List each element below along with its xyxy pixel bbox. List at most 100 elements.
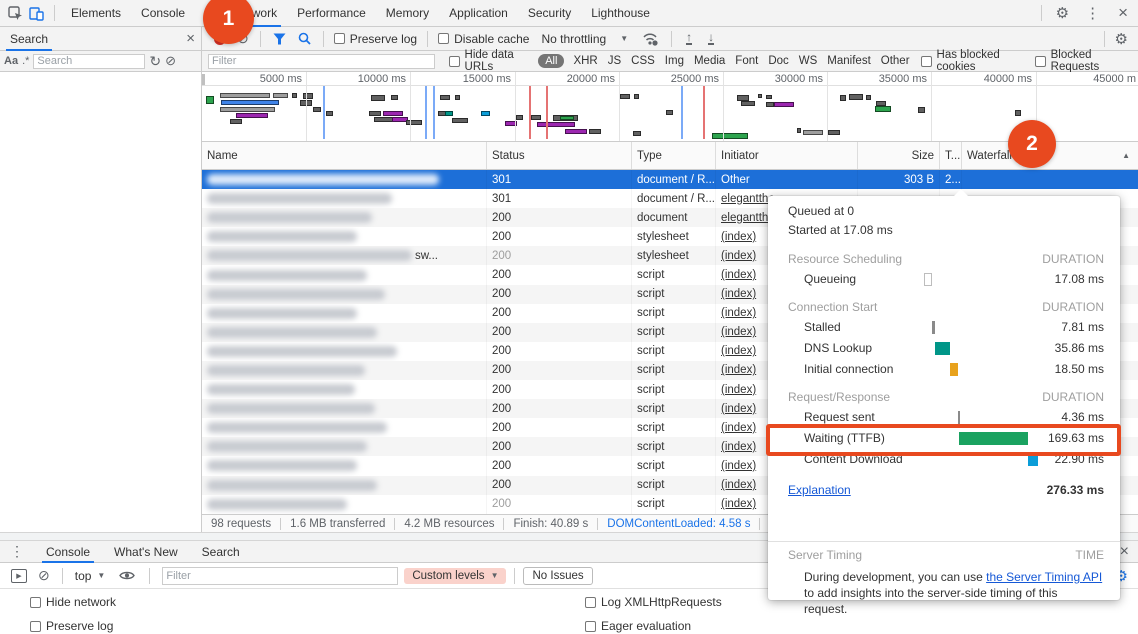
log-xmlhttprequests-checkbox[interactable]: Log XMLHttpRequests [585, 592, 722, 612]
initiator-link[interactable]: (index) [721, 326, 756, 338]
tab-console[interactable]: Console [131, 0, 195, 27]
filter-funnel-icon[interactable] [267, 33, 292, 45]
filter-type-doc[interactable]: Doc [768, 55, 788, 67]
filter-type-xhr[interactable]: XHR [573, 55, 597, 67]
close-devtools-icon[interactable]: × [1108, 3, 1138, 23]
filter-type-font[interactable]: Font [735, 55, 758, 67]
has-blocked-cookies-checkbox[interactable]: Has blocked cookies [915, 49, 1029, 73]
tab-performance[interactable]: Performance [287, 0, 376, 27]
initiator-link[interactable]: (index) [721, 422, 756, 434]
tab-elements[interactable]: Elements [61, 0, 131, 27]
column-header-time[interactable]: T... [940, 142, 962, 169]
clear-console-icon[interactable]: ⊘ [32, 567, 56, 584]
network-filter-bar: Hide data URLs All XHR JS CSS Img Media Font D… [202, 51, 1138, 72]
console-filter-input[interactable] [162, 567, 398, 585]
initiator-link[interactable]: elegantthe [721, 212, 775, 224]
import-har-icon[interactable]: ↑ [686, 32, 692, 45]
duration-column-label: DURATION [1042, 298, 1104, 317]
tab-security[interactable]: Security [518, 0, 581, 27]
request-row[interactable]: 301document / R...Other303 B2... [202, 170, 1138, 189]
initiator-link[interactable]: (index) [721, 288, 756, 300]
console-sidebar-icon[interactable]: ▶ [11, 569, 27, 583]
tab-application[interactable]: Application [439, 0, 518, 27]
timeline-tick-label: 35000 ms [851, 73, 927, 85]
filter-type-img[interactable]: Img [665, 55, 684, 67]
filter-type-other[interactable]: Other [881, 55, 910, 67]
filter-type-js[interactable]: JS [608, 55, 621, 67]
throttling-dropdown[interactable]: No throttling ▼ [533, 32, 636, 46]
initiator-link[interactable]: (index) [721, 498, 756, 510]
execution-context-dropdown[interactable]: top ▼ [69, 569, 112, 583]
hide-data-urls-checkbox[interactable]: Hide data URLs [445, 49, 535, 73]
inspect-element-icon[interactable] [8, 6, 23, 21]
timing-value: 7.81 ms [1061, 317, 1104, 338]
ruler-handle[interactable] [202, 74, 205, 85]
preserve-log-checkbox[interactable]: Preserve log [30, 616, 116, 634]
device-toolbar-icon[interactable] [29, 6, 44, 21]
chevron-down-icon: ▼ [620, 34, 628, 43]
search-network-icon[interactable] [292, 32, 317, 45]
eager-evaluation-checkbox[interactable]: Eager evaluation [585, 616, 722, 634]
request-name-redacted [207, 441, 367, 452]
hide-network-checkbox[interactable]: Hide network [30, 592, 116, 612]
filter-type-manifest[interactable]: Manifest [827, 55, 870, 67]
started-at-text: Started at 17.08 ms [768, 221, 1120, 240]
initiator-link[interactable]: (index) [721, 345, 756, 357]
no-issues-button[interactable]: No Issues [523, 567, 592, 585]
initiator-link[interactable]: elegantthe [721, 193, 775, 205]
refresh-icon[interactable]: ↻ [149, 53, 161, 70]
export-har-icon[interactable]: ↓ [708, 32, 714, 45]
tab-memory[interactable]: Memory [376, 0, 439, 27]
initiator-link[interactable]: (index) [721, 231, 756, 243]
preserve-log-checkbox[interactable]: Preserve log [330, 32, 421, 46]
initiator-link[interactable]: (index) [721, 479, 756, 491]
tab-lighthouse[interactable]: Lighthouse [581, 0, 660, 27]
more-menu-icon[interactable]: ⋮ [1077, 4, 1108, 22]
settings-gear-icon[interactable]: ⚙ [1048, 4, 1077, 22]
live-expression-eye-icon[interactable] [111, 570, 143, 581]
column-header-size[interactable]: Size [858, 142, 940, 169]
filter-type-css[interactable]: CSS [631, 55, 655, 67]
server-timing-api-link[interactable]: the Server Timing API [986, 570, 1102, 584]
initiator-link[interactable]: (index) [721, 460, 756, 472]
request-name-cell [202, 227, 487, 246]
search-input[interactable] [33, 54, 145, 69]
regex-toggle[interactable]: .* [22, 55, 29, 67]
overview-request-bar [440, 95, 450, 100]
column-header-name[interactable]: Name [202, 142, 487, 169]
request-name-redacted [207, 346, 397, 357]
drawer-tab-console[interactable]: Console [34, 541, 102, 563]
initiator-link[interactable]: (index) [721, 269, 756, 281]
overview-request-bar [633, 131, 641, 136]
network-filter-input[interactable] [208, 54, 435, 69]
column-header-initiator[interactable]: Initiator [716, 142, 858, 169]
network-overview-timeline[interactable]: 5000 ms10000 ms15000 ms20000 ms25000 ms3… [202, 72, 1138, 142]
overview-request-bar [875, 106, 891, 112]
drawer-tab-search[interactable]: Search [190, 541, 252, 563]
initiator-link[interactable]: (index) [721, 403, 756, 415]
initiator-link[interactable]: (index) [721, 441, 756, 453]
blocked-requests-checkbox[interactable]: Blocked Requests [1029, 49, 1132, 73]
drawer-tab-what-s-new[interactable]: What's New [102, 541, 190, 563]
duration-column-label: DURATION [1042, 250, 1104, 269]
request-name-cell [202, 399, 487, 418]
custom-levels-dropdown[interactable]: Custom levels ▼ [404, 568, 506, 584]
initiator-link[interactable]: (index) [721, 307, 756, 319]
disable-cache-checkbox[interactable]: Disable cache [434, 32, 533, 46]
filter-all-pill[interactable]: All [538, 54, 564, 68]
initiator-link[interactable]: (index) [721, 250, 756, 262]
column-header-type[interactable]: Type [632, 142, 716, 169]
explanation-link[interactable]: Explanation [788, 483, 851, 497]
initiator-link[interactable]: (index) [721, 384, 756, 396]
drawer-menu-icon[interactable]: ⋮ [0, 543, 34, 560]
clear-search-icon[interactable]: ⊘ [165, 53, 176, 69]
column-header-status[interactable]: Status [487, 142, 632, 169]
initiator-link[interactable]: (index) [721, 364, 756, 376]
filter-type-ws[interactable]: WS [799, 55, 818, 67]
match-case-toggle[interactable]: Aa [4, 55, 18, 67]
search-panel-tab[interactable]: Search [6, 27, 52, 51]
search-panel-close-icon[interactable]: × [186, 30, 195, 47]
filter-type-media[interactable]: Media [694, 55, 725, 67]
network-conditions-icon[interactable] [636, 32, 665, 46]
network-settings-gear-icon[interactable]: ⚙ [1111, 30, 1132, 48]
